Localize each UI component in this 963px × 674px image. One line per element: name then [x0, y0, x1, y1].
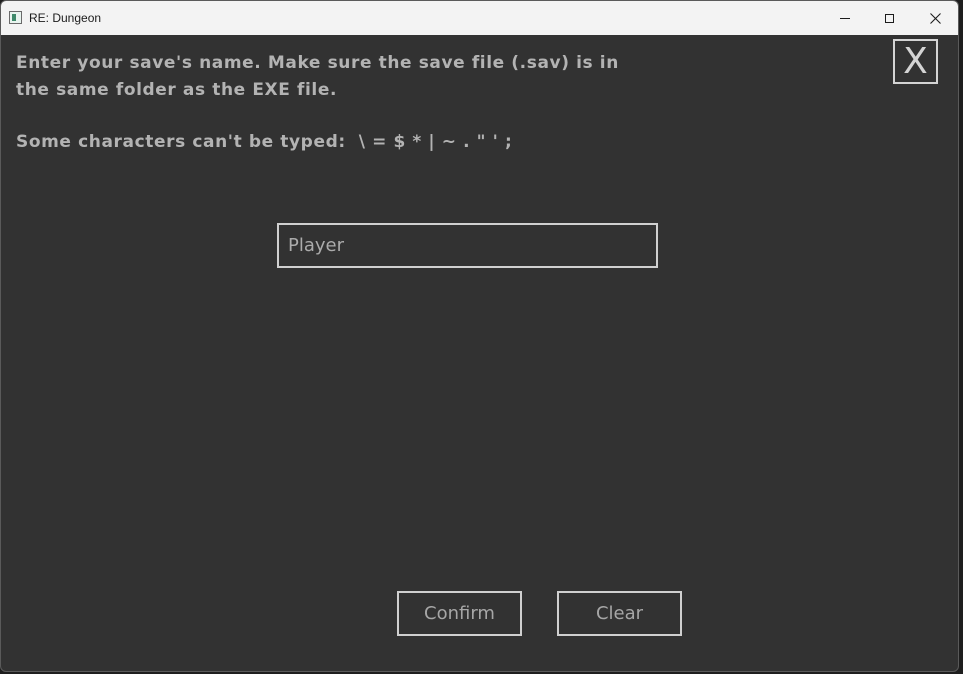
close-icon — [929, 12, 941, 24]
clear-button[interactable]: Clear — [557, 591, 682, 636]
instruction-line: Enter your save's name. Make sure the sa… — [16, 53, 619, 73]
save-instructions: Enter your save's name. Make sure the sa… — [16, 50, 656, 104]
restricted-characters-note: Some characters can't be typed: \ = $ * … — [16, 132, 513, 152]
maximize-button[interactable] — [866, 1, 912, 35]
instruction-line: the same folder as the EXE file. — [16, 80, 338, 100]
maximize-icon — [884, 13, 894, 23]
dialog-close-button[interactable]: X — [893, 39, 938, 84]
app-icon — [9, 11, 22, 24]
window-title: RE: Dungeon — [29, 11, 102, 25]
minimize-button[interactable] — [822, 1, 868, 35]
title-bar[interactable]: RE: Dungeon — [1, 1, 958, 35]
confirm-button[interactable]: Confirm — [397, 591, 522, 636]
window-close-button[interactable] — [912, 1, 958, 35]
save-name-input[interactable] — [277, 223, 658, 268]
game-window: RE: Dungeon Enter your save's name. Make… — [0, 0, 959, 672]
minimize-icon — [840, 17, 850, 19]
